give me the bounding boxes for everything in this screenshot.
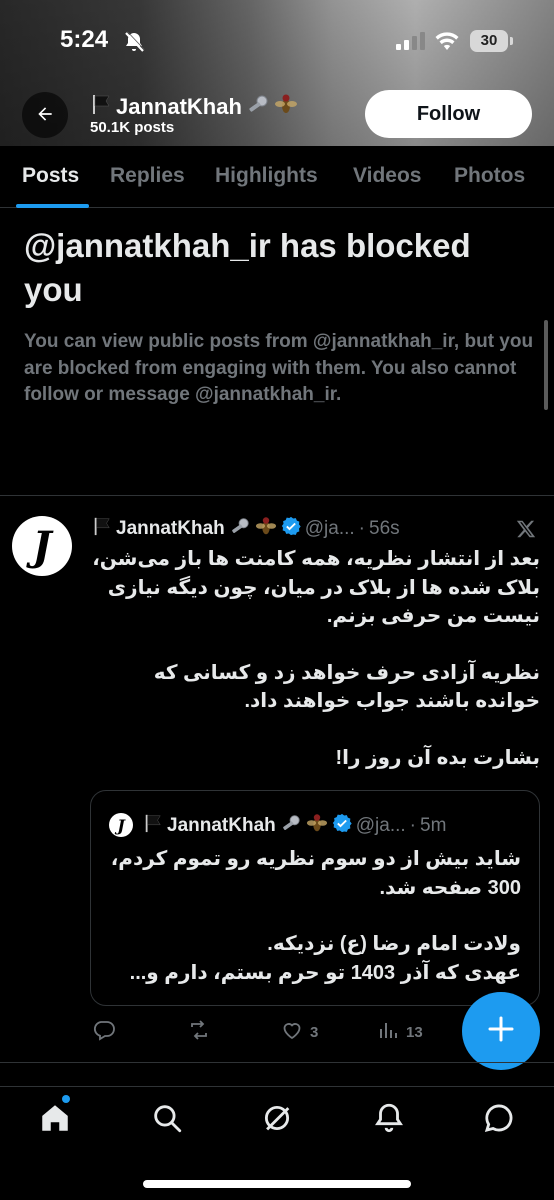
views-count: 13 xyxy=(406,1023,423,1041)
verified-badge-icon xyxy=(332,813,352,839)
blocked-description: You can view public posts from @jannatkh… xyxy=(24,331,534,405)
notifications-icon[interactable] xyxy=(372,1101,406,1140)
views-button[interactable]: 13 xyxy=(376,1018,423,1046)
quoted-separator: · xyxy=(409,815,416,836)
back-button[interactable] xyxy=(22,92,68,138)
search-icon[interactable] xyxy=(150,1101,184,1140)
messages-icon[interactable] xyxy=(482,1101,516,1140)
tab-videos[interactable]: Videos xyxy=(353,164,421,188)
reply-button[interactable] xyxy=(92,1018,122,1046)
repost-icon xyxy=(187,1018,211,1046)
quoted-tweet-header: JannatKhah @ja... · 5m xyxy=(143,813,446,839)
compose-button[interactable] xyxy=(462,992,540,1070)
like-count: 3 xyxy=(310,1023,319,1041)
heart-icon xyxy=(280,1018,304,1046)
tweet-body: بعد از انتشار نظریه، همه کامنت ها باز می… xyxy=(92,545,540,772)
grok-icon[interactable] xyxy=(260,1101,294,1140)
plus-icon xyxy=(486,1014,516,1049)
scrollbar[interactable] xyxy=(544,320,548,410)
tweet-time[interactable]: 56s xyxy=(369,518,400,540)
active-tab-indicator xyxy=(16,204,89,208)
profile-tabs: Posts Replies Highlights Videos Photos xyxy=(0,146,554,208)
black-flag-icon xyxy=(92,516,112,542)
arrow-left-icon xyxy=(35,104,55,127)
fly-icon xyxy=(274,92,298,122)
bolt-icon xyxy=(246,93,270,121)
profile-name-text: JannatKhah xyxy=(116,94,242,119)
tweet-actions: 3 13 xyxy=(92,1018,452,1046)
verified-badge-icon xyxy=(281,516,301,542)
fly-icon xyxy=(306,812,328,840)
tweet-paragraph: بعد از انتشار نظریه، همه کامنت ها باز می… xyxy=(92,548,540,627)
tab-posts[interactable]: Posts xyxy=(22,164,79,188)
divider xyxy=(0,1062,554,1063)
profile-posts-count: 50.1K posts xyxy=(90,119,175,136)
home-icon[interactable] xyxy=(38,1101,72,1140)
tab-replies[interactable]: Replies xyxy=(110,164,185,188)
quoted-tweet-body: شاید بیش از دو سوم نظریه رو تموم کردم، 3… xyxy=(105,845,521,987)
follow-button[interactable]: Follow xyxy=(365,90,532,138)
tweet-paragraph: بشارت بده آن روز را! xyxy=(335,746,541,769)
profile-name: JannatKhah xyxy=(90,92,298,122)
views-icon xyxy=(376,1018,400,1046)
tweet-author-name[interactable]: JannatKhah xyxy=(116,518,225,540)
quoted-paragraph: شاید بیش از دو سوم نظریه رو تموم کردم، 3… xyxy=(110,848,521,899)
tweet-separator: · xyxy=(358,518,365,539)
tab-photos[interactable]: Photos xyxy=(454,164,525,188)
quoted-time: 5m xyxy=(420,815,447,836)
like-button[interactable]: 3 xyxy=(280,1018,318,1046)
reply-icon xyxy=(92,1018,116,1046)
fly-icon xyxy=(255,515,277,543)
quoted-paragraph: ولادت امام رضا (ع) نزدیکه. عهدی که آذر 1… xyxy=(129,933,521,984)
bolt-icon xyxy=(280,813,302,839)
avatar[interactable]: J xyxy=(12,516,72,576)
quoted-handle: @ja... xyxy=(355,815,406,836)
status-time: 5:24 xyxy=(60,26,109,53)
status-bar: 5:24 30 xyxy=(0,24,554,60)
quoted-tweet[interactable]: J JannatKhah @ja... · 5m شاید بیش از دو … xyxy=(90,790,540,1006)
battery-indicator: 30 xyxy=(470,30,513,52)
avatar: J xyxy=(109,813,133,837)
repost-button[interactable] xyxy=(187,1018,217,1046)
blocked-title: @jannatkhah_ir has blocked you xyxy=(24,227,471,308)
bolt-icon xyxy=(229,516,251,542)
divider xyxy=(0,495,554,496)
silent-bell-icon xyxy=(122,30,146,59)
home-indicator xyxy=(143,1180,411,1188)
black-flag-icon xyxy=(90,93,112,121)
tweet-handle[interactable]: @ja... xyxy=(305,518,355,540)
cellular-signal-icon xyxy=(396,32,425,50)
x-logo-icon xyxy=(515,518,537,545)
black-flag-icon xyxy=(143,813,163,839)
home-notification-dot xyxy=(62,1095,70,1103)
tweet-header: JannatKhah @ja... · 56s xyxy=(92,516,400,542)
quoted-author-name: JannatKhah xyxy=(167,815,276,836)
tab-highlights[interactable]: Highlights xyxy=(215,164,318,188)
wifi-icon xyxy=(434,30,460,57)
tweet-paragraph: نظریه آزادی حرف خواهد زد و کسانی که خوان… xyxy=(153,661,540,713)
